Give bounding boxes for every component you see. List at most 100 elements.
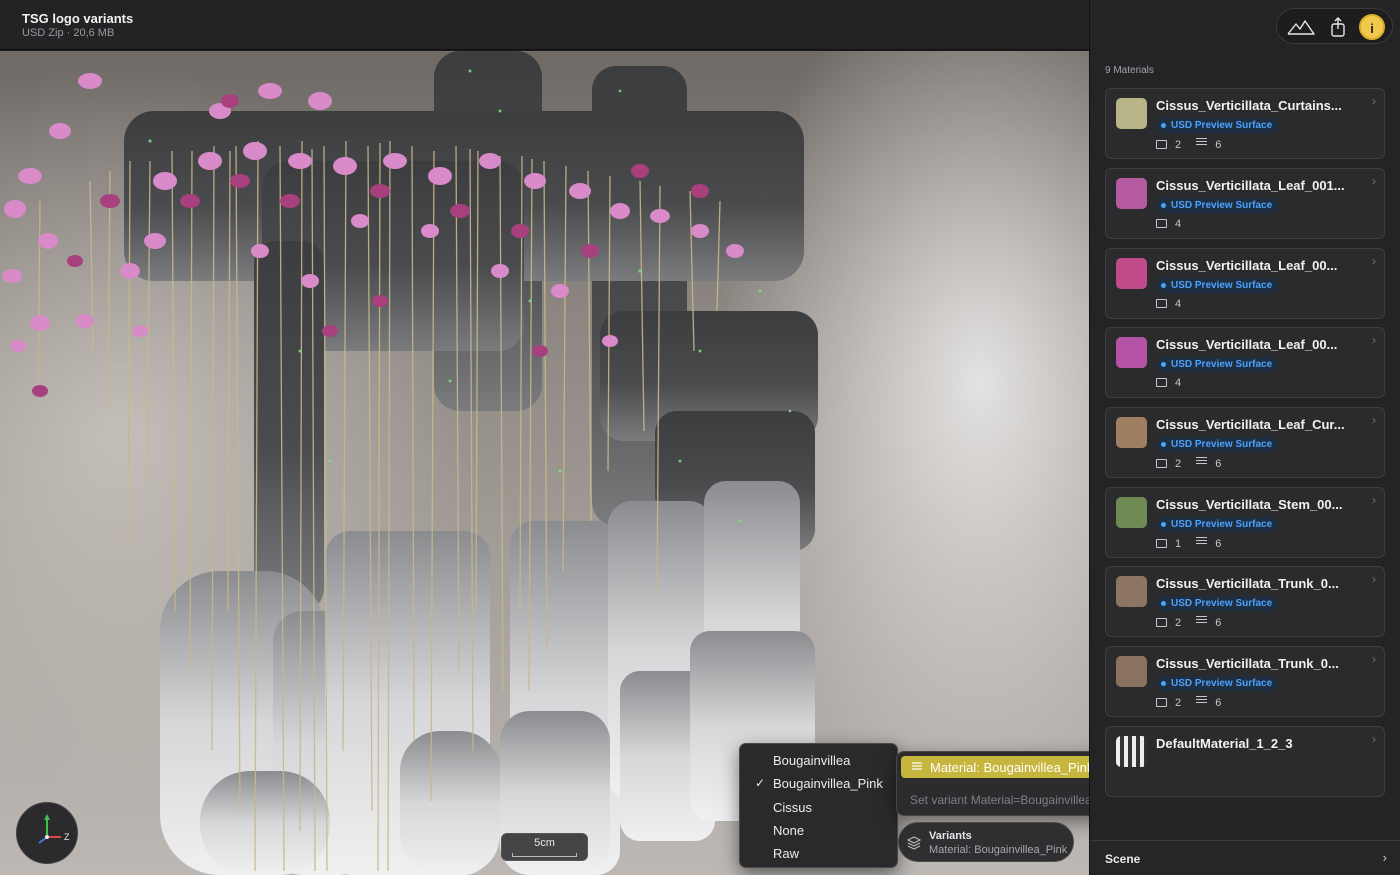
- document-subtitle: USD Zip · 20,6 MB: [22, 27, 115, 39]
- chevron-right-icon: ›: [1372, 572, 1376, 586]
- material-card[interactable]: DefaultMaterial_1_2_3 ›: [1105, 726, 1385, 797]
- texture-count: 4: [1175, 218, 1182, 230]
- material-stats: 2 6: [1156, 457, 1221, 471]
- image-icon: [1156, 539, 1167, 548]
- variants-value: Material: Bougainvillea_Pink: [929, 844, 1068, 856]
- material-swatch: [1116, 497, 1147, 528]
- variant-menu-item-cissus[interactable]: Cissus: [740, 796, 897, 819]
- texture-count: 4: [1175, 298, 1182, 310]
- material-card[interactable]: Cissus_Verticillata_Leaf_Cur... › USD Pr…: [1105, 407, 1385, 478]
- shader-badge: USD Preview Surface: [1156, 357, 1279, 372]
- sliders-icon: [1196, 457, 1208, 466]
- variant-menu: Bougainvillea ✓ Bougainvillea_Pink Cissu…: [739, 743, 898, 868]
- material-stats: 2 6: [1156, 616, 1221, 630]
- material-name: Cissus_Verticillata_Leaf_00...: [1156, 258, 1338, 273]
- variant-menu-item-raw[interactable]: Raw: [740, 842, 897, 865]
- texture-count: 1: [1175, 538, 1182, 550]
- variant-label: Raw: [773, 846, 800, 862]
- variants-button[interactable]: Variants Material: Bougainvillea_Pink: [898, 822, 1074, 862]
- material-stats: 4: [1156, 218, 1181, 232]
- sliders-icon: [912, 762, 922, 770]
- material-name: Cissus_Verticillata_Leaf_Cur...: [1156, 417, 1345, 432]
- material-name: Cissus_Verticillata_Leaf_00...: [1156, 337, 1338, 352]
- image-icon: [1156, 219, 1167, 228]
- texture-count: 2: [1175, 458, 1182, 470]
- image-icon: [1156, 698, 1167, 707]
- material-stats: 2 6: [1156, 696, 1221, 710]
- shader-badge: USD Preview Surface: [1156, 517, 1279, 532]
- scale-line: [512, 853, 577, 857]
- variant-menu-item-bougainvillea[interactable]: Bougainvillea: [740, 749, 897, 772]
- variant-label: Cissus: [773, 799, 813, 815]
- image-icon: [1156, 299, 1167, 308]
- material-swatch: [1116, 656, 1147, 687]
- image-icon: [1156, 618, 1167, 627]
- material-card[interactable]: Cissus_Verticillata_Stem_00... › USD Pre…: [1105, 487, 1385, 558]
- texture-count: 2: [1175, 697, 1182, 709]
- sliders-icon: [1196, 537, 1208, 546]
- param-count: 6: [1215, 139, 1222, 151]
- material-swatch: [1116, 576, 1147, 607]
- material-stats: 2 6: [1156, 138, 1221, 152]
- param-count: 6: [1215, 697, 1222, 709]
- scale-label: 5cm: [534, 837, 555, 849]
- param-count: 6: [1215, 458, 1222, 470]
- axis-gizmo[interactable]: Z: [16, 802, 78, 864]
- axis-z-label: Z: [64, 832, 70, 842]
- scale-bar: 5cm: [501, 833, 588, 861]
- variants-title: Variants: [929, 830, 972, 842]
- texture-count: 4: [1175, 377, 1182, 389]
- variant-menu-item-none[interactable]: None: [740, 819, 897, 842]
- shader-badge: USD Preview Surface: [1156, 676, 1279, 691]
- material-card[interactable]: Cissus_Verticillata_Trunk_0... › USD Pre…: [1105, 566, 1385, 637]
- material-swatch: [1116, 736, 1147, 767]
- material-name: Cissus_Verticillata_Leaf_001...: [1156, 178, 1345, 193]
- material-swatch: [1116, 337, 1147, 368]
- info-icon[interactable]: i: [1359, 14, 1385, 40]
- variant-label: Bougainvillea: [773, 753, 851, 768]
- material-card[interactable]: Cissus_Verticillata_Leaf_00... › USD Pre…: [1105, 327, 1385, 398]
- shader-badge: USD Preview Surface: [1156, 596, 1279, 611]
- material-stats: 4: [1156, 377, 1181, 391]
- material-stats: 1 6: [1156, 537, 1221, 551]
- share-icon[interactable]: [1327, 16, 1349, 38]
- scene-label: Scene: [1105, 852, 1141, 866]
- variant-label: None: [773, 822, 805, 838]
- chevron-right-icon: ›: [1372, 652, 1376, 666]
- image-icon: [1156, 459, 1167, 468]
- material-card[interactable]: Cissus_Verticillata_Leaf_00... › USD Pre…: [1105, 248, 1385, 319]
- material-name: Cissus_Verticillata_Trunk_0...: [1156, 576, 1339, 591]
- mountains-icon[interactable]: [1287, 16, 1315, 38]
- material-swatch: [1116, 417, 1147, 448]
- variant-menu-item-bougainvillea-pink[interactable]: ✓ Bougainvillea_Pink: [740, 772, 897, 795]
- chevron-right-icon: ›: [1372, 413, 1376, 427]
- shader-badge: USD Preview Surface: [1156, 437, 1279, 452]
- material-swatch: [1116, 178, 1147, 209]
- material-swatch: [1116, 98, 1147, 129]
- material-name: Cissus_Verticillata_Curtains...: [1156, 98, 1342, 113]
- chevron-right-icon: ›: [1372, 94, 1376, 108]
- chevron-right-icon: ›: [1372, 493, 1376, 507]
- sliders-icon: [1196, 616, 1208, 625]
- material-card[interactable]: Cissus_Verticillata_Trunk_0... › USD Pre…: [1105, 646, 1385, 717]
- material-card[interactable]: Cissus_Verticillata_Leaf_001... › USD Pr…: [1105, 168, 1385, 239]
- material-name: Cissus_Verticillata_Trunk_0...: [1156, 656, 1339, 671]
- axis-gizmo-icon: Z: [38, 814, 70, 844]
- command-label: Material: Bougainvillea_Pink: [930, 760, 1094, 775]
- material-name: DefaultMaterial_1_2_3: [1156, 736, 1293, 751]
- scene-section[interactable]: Scene ›: [1090, 840, 1400, 875]
- shader-badge: USD Preview Surface: [1156, 198, 1279, 213]
- checkmark-icon: ✓: [755, 776, 766, 791]
- variant-label: Bougainvillea_Pink: [773, 776, 883, 792]
- material-swatch: [1116, 258, 1147, 289]
- inspector-sidebar: i 9 Materials Cissus_Verticillata_Curtai…: [1089, 0, 1400, 875]
- layers-icon: [907, 836, 921, 850]
- texture-count: 2: [1175, 617, 1182, 629]
- material-card[interactable]: Cissus_Verticillata_Curtains... › USD Pr…: [1105, 88, 1385, 159]
- shader-badge: USD Preview Surface: [1156, 278, 1279, 293]
- texture-count: 2: [1175, 139, 1182, 151]
- param-count: 6: [1215, 617, 1222, 629]
- chevron-right-icon: ›: [1382, 850, 1387, 865]
- chevron-right-icon: ›: [1372, 732, 1376, 746]
- image-icon: [1156, 378, 1167, 387]
